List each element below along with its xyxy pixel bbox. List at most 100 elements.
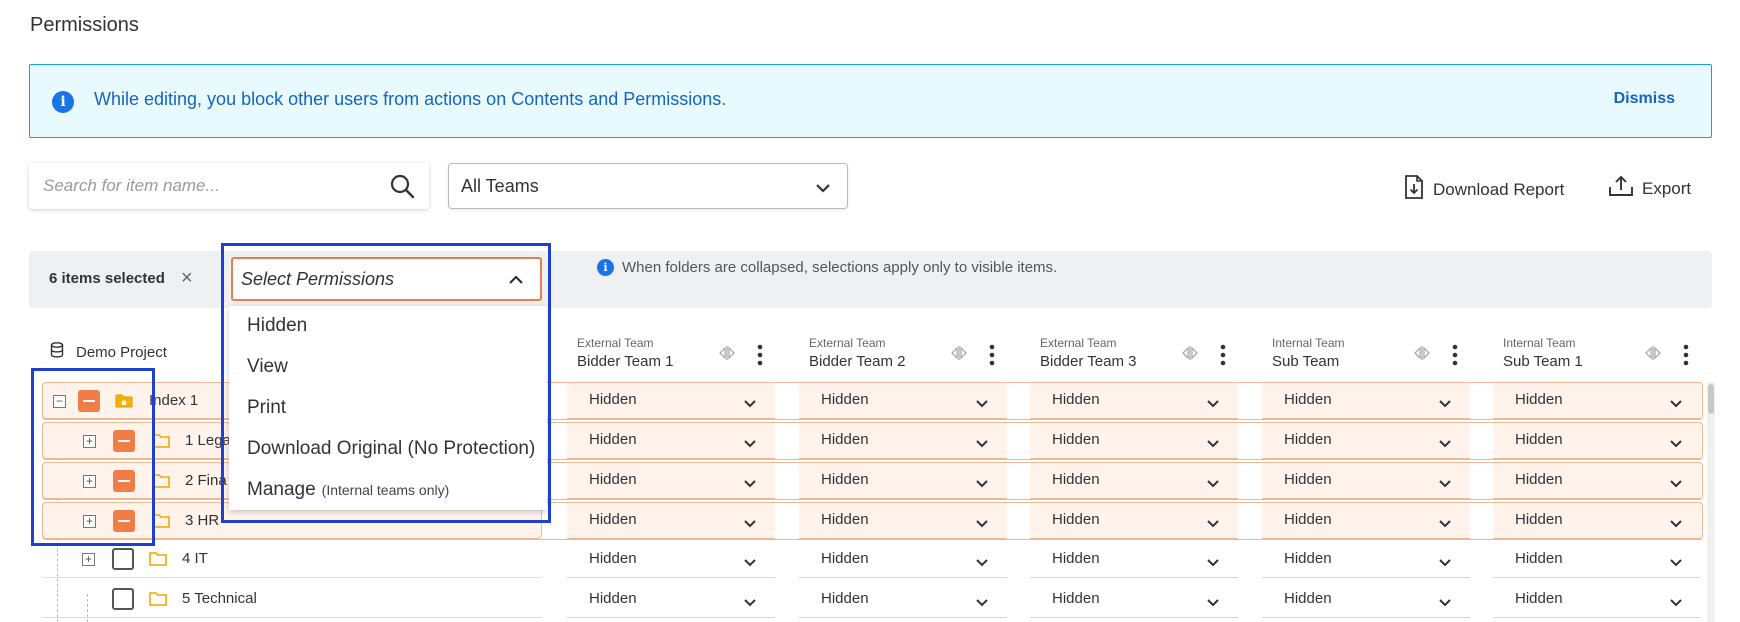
- permission-cell-select[interactable]: Hidden: [1262, 541, 1470, 578]
- permission-value: Hidden: [1515, 511, 1563, 528]
- chevron-down-icon: [1669, 554, 1683, 572]
- team-column-header: External Team Bidder Team 1: [567, 336, 775, 380]
- permission-option-download-original[interactable]: Download Original (No Protection): [247, 438, 535, 460]
- expand-icon[interactable]: +: [83, 435, 96, 448]
- row-checkbox[interactable]: [112, 588, 134, 610]
- tree-row-label: 1 Lega: [185, 432, 231, 449]
- teams-filter-select[interactable]: All Teams: [448, 163, 848, 209]
- download-report-button[interactable]: Download Report: [1403, 174, 1564, 205]
- permission-value: Hidden: [1515, 550, 1563, 567]
- permission-option-manage-label: Manage: [247, 479, 316, 500]
- permission-cell-select[interactable]: Hidden: [1030, 581, 1238, 618]
- row-checkbox[interactable]: [113, 510, 135, 532]
- permission-value: Hidden: [589, 590, 637, 607]
- clear-selection-button[interactable]: ×: [181, 267, 193, 290]
- teams-filter-value: All Teams: [461, 176, 539, 196]
- permission-value: Hidden: [1284, 431, 1332, 448]
- vertical-scrollbar[interactable]: [1707, 382, 1715, 622]
- permission-cell-select[interactable]: Hidden: [799, 581, 1007, 618]
- permission-cell-select[interactable]: Hidden: [1493, 541, 1701, 578]
- permission-option-manage[interactable]: Manage (Internal teams only): [247, 479, 449, 501]
- permission-cell-select[interactable]: Hidden: [799, 422, 1007, 459]
- expand-icon[interactable]: +: [83, 475, 96, 488]
- kebab-menu-icon[interactable]: [1683, 344, 1689, 371]
- permission-cell-select[interactable]: Hidden: [1493, 502, 1701, 539]
- permission-cell-select[interactable]: Hidden: [799, 462, 1007, 499]
- permission-cell-select[interactable]: Hidden: [1030, 382, 1238, 419]
- search-input[interactable]: [43, 163, 373, 209]
- team-type-label: Internal Team: [1272, 336, 1345, 350]
- permission-option-print[interactable]: Print: [247, 397, 286, 419]
- permission-cell-select[interactable]: Hidden: [799, 382, 1007, 419]
- expand-icon[interactable]: +: [82, 553, 95, 566]
- permission-option-view[interactable]: View: [247, 356, 288, 378]
- kebab-menu-icon[interactable]: [989, 344, 995, 371]
- column-resize-icon[interactable]: [1645, 346, 1661, 365]
- kebab-menu-icon[interactable]: [1452, 344, 1458, 371]
- permission-cell-select[interactable]: Hidden: [567, 502, 775, 539]
- kebab-menu-icon[interactable]: [757, 344, 763, 371]
- permission-value: Hidden: [1052, 511, 1100, 528]
- database-icon: [50, 342, 64, 362]
- scrollbar-thumb[interactable]: [1708, 384, 1714, 414]
- chevron-down-icon: [1669, 435, 1683, 453]
- tree-row-label: 5 Technical: [182, 590, 257, 607]
- permission-option-manage-note: (Internal teams only): [321, 482, 450, 498]
- folder-icon: [152, 473, 170, 493]
- row-checkbox[interactable]: [113, 470, 135, 492]
- row-checkbox[interactable]: [112, 548, 134, 570]
- column-resize-icon[interactable]: [951, 346, 967, 365]
- permission-value: Hidden: [1515, 431, 1563, 448]
- permission-cell-select[interactable]: Hidden: [1030, 462, 1238, 499]
- permission-cell-select[interactable]: Hidden: [1493, 581, 1701, 618]
- permission-cell-select[interactable]: Hidden: [799, 541, 1007, 578]
- column-resize-icon[interactable]: [1182, 346, 1198, 365]
- column-resize-icon[interactable]: [1414, 346, 1430, 365]
- chevron-down-icon: [975, 554, 989, 572]
- permission-cell-select[interactable]: Hidden: [1262, 502, 1470, 539]
- permission-cell-select[interactable]: Hidden: [567, 382, 775, 419]
- permission-cell-select[interactable]: Hidden: [1262, 462, 1470, 499]
- permission-cell-select[interactable]: Hidden: [1493, 382, 1701, 419]
- permission-cell-select[interactable]: Hidden: [567, 541, 775, 578]
- permission-cell-select[interactable]: Hidden: [1262, 382, 1470, 419]
- permission-cell-select[interactable]: Hidden: [1493, 462, 1701, 499]
- collapse-icon[interactable]: −: [53, 395, 66, 408]
- chevron-down-icon: [1669, 475, 1683, 493]
- expand-icon[interactable]: +: [83, 515, 96, 528]
- permission-value: Hidden: [1052, 471, 1100, 488]
- row-checkbox[interactable]: [113, 430, 135, 452]
- permission-value: Hidden: [1284, 550, 1332, 567]
- collapse-note: i When folders are collapsed, selections…: [597, 259, 1057, 276]
- tree-row[interactable]: 5 Technical: [42, 581, 542, 618]
- edit-lock-alert: i While editing, you block other users f…: [29, 64, 1712, 138]
- permission-cell-select[interactable]: Hidden: [1262, 422, 1470, 459]
- permission-cell-select[interactable]: Hidden: [799, 502, 1007, 539]
- tree-row-label: Index 1: [149, 392, 199, 409]
- tree-row[interactable]: + 4 IT: [42, 541, 542, 578]
- permission-cell-select[interactable]: Hidden: [567, 581, 775, 618]
- permission-value: Hidden: [589, 431, 637, 448]
- permission-cell-select[interactable]: Hidden: [1493, 422, 1701, 459]
- select-permissions-dropdown[interactable]: Select Permissions: [231, 257, 542, 301]
- export-button[interactable]: Export: [1608, 174, 1691, 203]
- chevron-down-icon: [743, 515, 757, 533]
- permission-cell-select[interactable]: Hidden: [1030, 541, 1238, 578]
- dismiss-button[interactable]: Dismiss: [1614, 90, 1675, 108]
- permission-cell-select[interactable]: Hidden: [567, 422, 775, 459]
- kebab-menu-icon[interactable]: [1220, 344, 1226, 371]
- chevron-up-icon: [508, 272, 524, 290]
- chevron-down-icon: [1206, 435, 1220, 453]
- chevron-down-icon: [1669, 515, 1683, 533]
- permission-option-hidden[interactable]: Hidden: [247, 315, 307, 337]
- row-checkbox[interactable]: [78, 390, 100, 412]
- permission-cell-select[interactable]: Hidden: [567, 462, 775, 499]
- permission-cell-select[interactable]: Hidden: [1262, 581, 1470, 618]
- permission-value: Hidden: [1052, 590, 1100, 607]
- permission-cell-select[interactable]: Hidden: [1030, 502, 1238, 539]
- file-download-icon: [1403, 174, 1425, 205]
- search-icon[interactable]: [389, 173, 415, 204]
- chevron-down-icon: [1438, 515, 1452, 533]
- permission-cell-select[interactable]: Hidden: [1030, 422, 1238, 459]
- column-resize-icon[interactable]: [719, 346, 735, 365]
